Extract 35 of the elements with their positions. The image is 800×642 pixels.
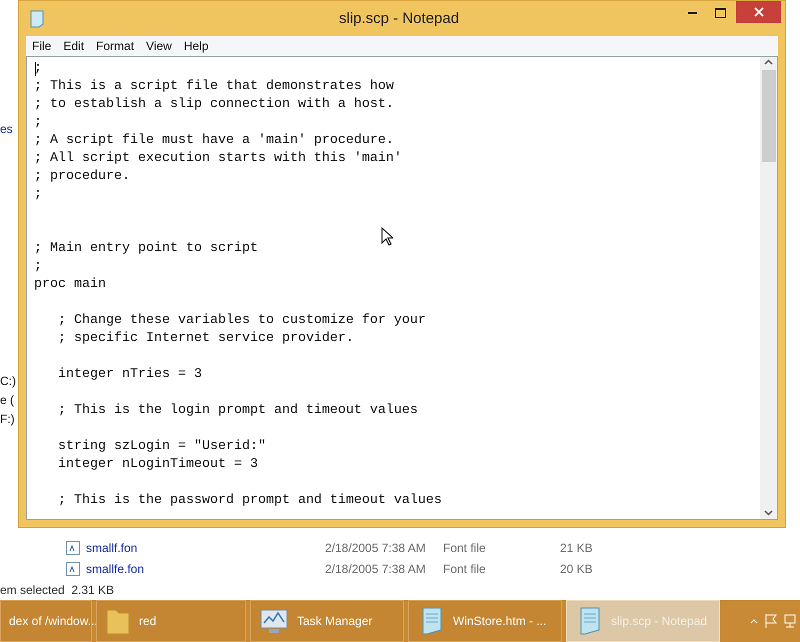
menu-item[interactable]: File xyxy=(26,37,58,55)
menu-item[interactable]: Format xyxy=(90,37,140,55)
monitor-icon xyxy=(259,607,289,635)
file-name[interactable]: smallf.fon xyxy=(86,538,325,556)
status-bar-text: em selected 2.31 KB xyxy=(0,582,116,599)
file-size: 21 KB xyxy=(560,540,593,556)
file-name[interactable]: smallfe.fon xyxy=(86,560,325,578)
sidebar-item[interactable]: es xyxy=(0,120,13,138)
sidebar-item[interactable]: e ( xyxy=(0,391,14,410)
file-icon xyxy=(66,562,80,576)
window-title: slip.scp - Notepad xyxy=(339,9,460,29)
mouse-pointer-icon xyxy=(381,227,393,246)
file-date: 2/18/2005 7:38 AM xyxy=(325,560,427,578)
scroll-up-icon[interactable] xyxy=(764,59,773,65)
close-button[interactable] xyxy=(736,1,781,23)
menu-item[interactable]: View xyxy=(140,37,178,55)
scroll-thumb[interactable] xyxy=(762,70,776,162)
text-cursor xyxy=(35,62,36,76)
sidebar-item[interactable]: F:) xyxy=(0,410,15,429)
minimize-icon xyxy=(688,12,696,14)
menu-item[interactable]: Help xyxy=(178,37,215,55)
network-icon[interactable] xyxy=(784,613,796,629)
menu-item[interactable]: Edit xyxy=(57,37,90,55)
file-icon xyxy=(66,540,80,554)
scroll-down-icon[interactable] xyxy=(764,510,773,516)
sidebar-item[interactable]: C:) xyxy=(0,372,16,391)
caret-up-icon[interactable] xyxy=(750,618,758,624)
maximize-icon xyxy=(714,8,726,18)
notepad-icon xyxy=(29,10,45,28)
file-date: 2/18/2005 7:38 AM xyxy=(325,540,427,556)
flag-icon[interactable] xyxy=(764,613,778,629)
file-type: Font file xyxy=(443,560,487,578)
file-type: Font file xyxy=(443,540,487,556)
file-size: 20 KB xyxy=(560,560,593,578)
close-icon xyxy=(754,7,764,17)
